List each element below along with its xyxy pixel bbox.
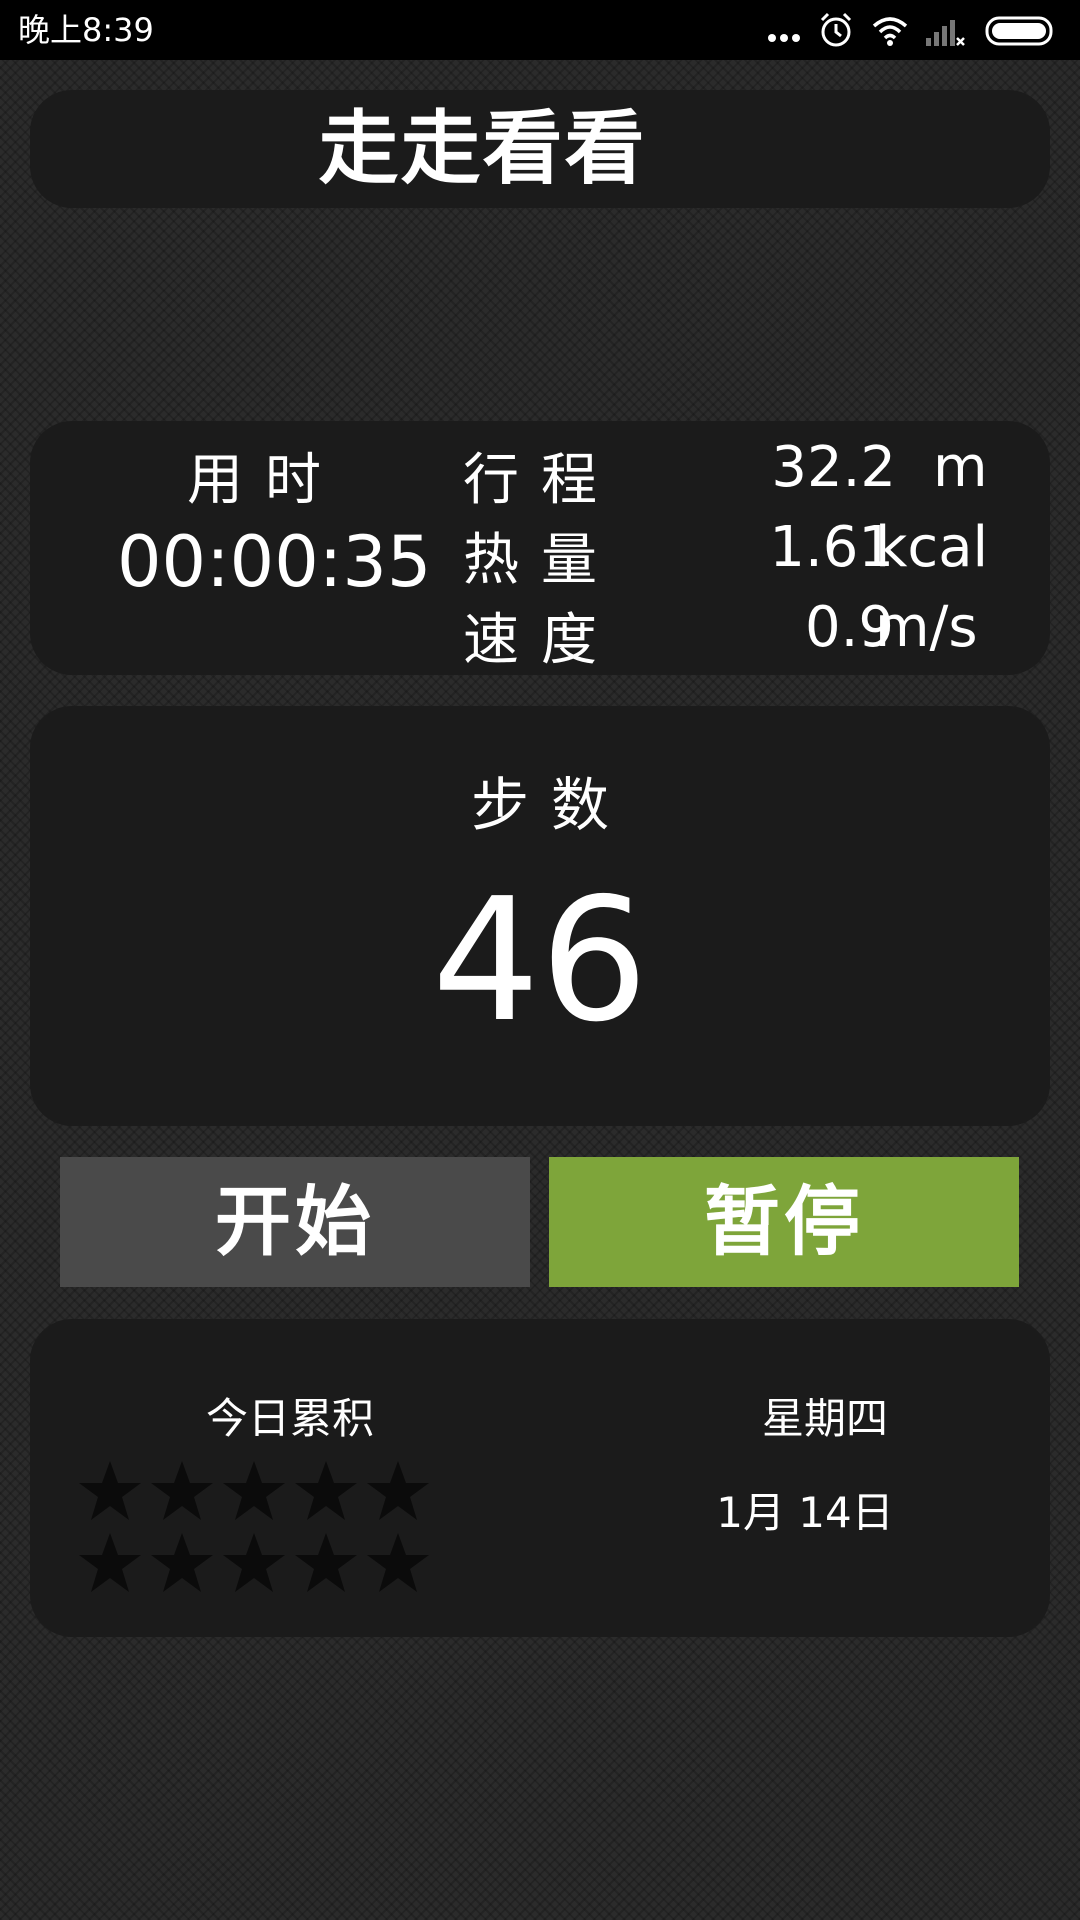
calories-value: 1.61 [769,515,894,580]
duration-label: 用时 [187,448,343,513]
speed-unit: m/s [875,595,978,660]
app-title: 走走看看 [318,102,647,195]
calories-unit: kcal [875,515,989,580]
star-icon [367,1533,429,1592]
more-dots-icon [768,34,800,42]
pause-button[interactable]: 暂停 [549,1157,1019,1287]
star-icon [79,1461,141,1520]
star-icon [151,1533,213,1592]
status-time: 晚上8:39 [18,11,154,49]
distance-label: 行程 [463,448,619,513]
star-icon [367,1461,429,1520]
distance-unit: m [933,435,988,500]
battery-icon [985,16,1053,46]
signal-icon [926,20,965,46]
summary-panel: 今日累积 星期四 1月 14日 [30,1319,1050,1637]
star-icon [295,1533,357,1592]
status-icons [766,10,1066,50]
speed-label: 速度 [463,608,619,673]
wifi-icon [872,17,908,46]
start-button[interactable]: 开始 [60,1157,530,1287]
date-label: 1月 14日 [716,1488,894,1537]
steps-panel: 步数 46 [30,706,1050,1126]
title-panel: 走走看看 [30,90,1050,208]
stats-panel: 用时 00:00:35 行程 32.2 m 热量 1.61 kcal 速度 0.… [30,421,1050,675]
star-icon [223,1533,285,1592]
star-icon [223,1461,285,1520]
weekday-label: 星期四 [761,1394,888,1443]
distance-value: 32.2 [771,435,896,500]
status-bar: 晚上8:39 [0,0,1080,60]
calories-label: 热量 [463,528,619,593]
star-icon [79,1533,141,1592]
star-icon [295,1461,357,1520]
speed-value: 0.9 [804,595,894,660]
star-icon [151,1461,213,1520]
cumulative-label: 今日累积 [205,1394,374,1443]
duration-value: 00:00:35 [117,521,432,603]
alarm-icon [820,12,852,47]
steps-count: 46 [431,862,649,1060]
steps-label: 步数 [470,771,631,839]
